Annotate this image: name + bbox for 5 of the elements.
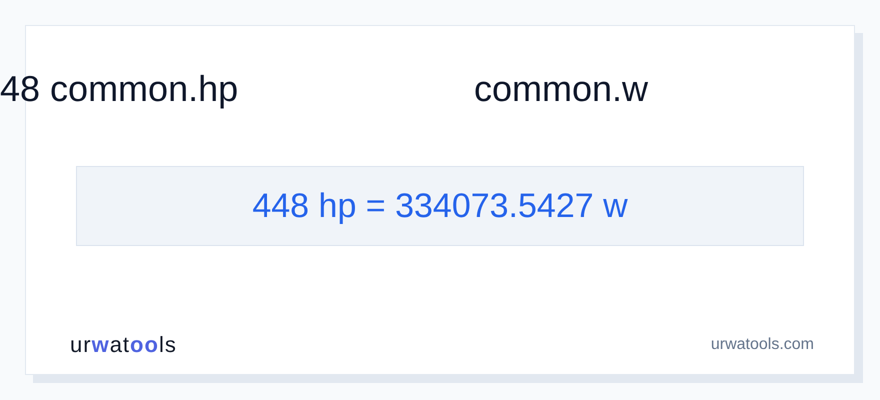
result-text: 448 hp = 334073.5427 w: [76, 166, 804, 246]
to-unit-label: common.w: [474, 68, 648, 110]
logo: urwatools: [70, 332, 177, 358]
from-unit-label: 48 common.hp: [0, 68, 238, 110]
site-url: urwatools.com: [710, 336, 814, 354]
